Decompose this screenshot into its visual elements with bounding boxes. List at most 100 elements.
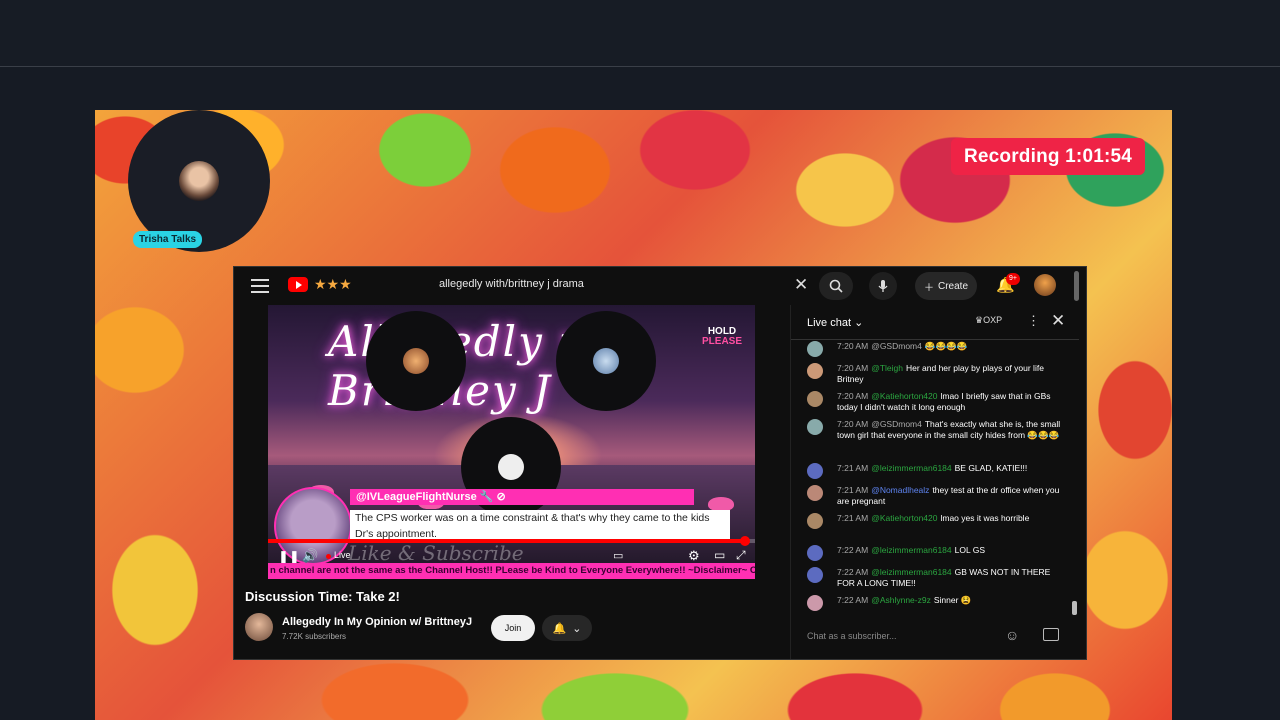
chat-username[interactable]: @leizimmerman6184	[871, 463, 951, 473]
notification-count-badge: 9+	[1006, 273, 1020, 285]
theater-mode-icon[interactable]: ▭	[714, 548, 725, 562]
chat-scrollbar[interactable]	[1072, 601, 1077, 615]
chat-message-body: 7:21 AM @leizimmerman6184 BE GLAD, KATIE!!…	[837, 463, 1067, 474]
chat-timestamp: 7:21 AM	[837, 485, 869, 495]
chat-avatar[interactable]	[807, 567, 823, 583]
chat-timestamp: 7:22 AM	[837, 595, 869, 605]
chat-timestamp: 7:20 AM	[837, 391, 869, 401]
chat-username[interactable]: @leizimmerman6184	[871, 567, 951, 577]
chat-username[interactable]: @leizimmerman6184	[871, 545, 951, 555]
chat-timestamp: 7:20 AM	[837, 419, 869, 429]
plus-icon: ＋	[923, 282, 934, 294]
chat-timestamp: 7:21 AM	[837, 463, 869, 473]
microphone-icon	[878, 280, 888, 292]
settings-gear-icon[interactable]: ⚙	[688, 548, 700, 564]
guest-avatar-disc	[366, 311, 466, 411]
create-button[interactable]: ＋ Create	[915, 272, 977, 300]
chevron-down-icon: ⌄	[854, 317, 864, 329]
chat-text: lmao yes it was horrible	[940, 513, 1030, 523]
chat-input[interactable]: Chat as a subscriber...	[807, 631, 1007, 641]
fullscreen-icon[interactable]: ⤢	[736, 548, 746, 563]
chat-avatar[interactable]	[807, 485, 823, 501]
chat-text: Sinner 😫	[933, 595, 972, 605]
chat-avatar[interactable]	[807, 391, 823, 407]
chat-title-label: Live chat	[807, 317, 852, 329]
guest-avatar	[498, 454, 524, 480]
voice-search-button[interactable]	[869, 272, 897, 300]
chat-timestamp: 7:22 AM	[837, 567, 869, 577]
channel-avatar[interactable]	[245, 613, 273, 641]
progress-bar[interactable]	[268, 536, 755, 546]
hold-please-sign: HOLD PLEASE	[702, 327, 742, 347]
super-chat-icon[interactable]	[1043, 628, 1059, 641]
chat-message-body: 7:20 AM @GSDmom4 That's exactly what she i…	[837, 419, 1067, 441]
chat-timestamp: 7:21 AM	[837, 513, 869, 523]
please-line: PLEASE	[702, 336, 743, 347]
emoji-icon[interactable]: ☺	[1005, 627, 1019, 643]
watermark-text: Like & Subscribe	[348, 541, 524, 565]
close-chat-icon[interactable]: ✕	[1051, 311, 1065, 331]
chat-avatar[interactable]	[807, 341, 823, 357]
chat-message-body: 7:22 AM @leizimmerman6184 GB WAS NOT IN TH…	[837, 567, 1067, 589]
chat-messages: 7:20 AM @GSDmom4 😂😂😂😂 7:20 AM @Tleigh Her and…	[791, 341, 1079, 619]
create-label: Create	[937, 280, 968, 292]
chat-timestamp: 7:20 AM	[837, 363, 869, 373]
live-chat-panel: Live chat ⌄ ♛OXP ⋮ ✕ 7:20 AM @GSDmom4 😂😂😂😂…	[790, 305, 1079, 659]
chat-username[interactable]: @GSDmom4	[871, 419, 922, 429]
chat-avatar[interactable]	[807, 545, 823, 561]
progress-fill	[268, 539, 746, 543]
crown-icon: ♛	[975, 315, 984, 325]
youtube-window: ★★★ allegedly with/brittney j drama ✕ ＋ …	[233, 266, 1087, 660]
chat-message-body: 7:20 AM @Tleigh Her and her play by plays …	[837, 363, 1067, 385]
chat-avatar[interactable]	[807, 513, 823, 529]
subtitles-icon[interactable]: ▭	[613, 549, 623, 562]
guest-avatar	[403, 348, 429, 374]
page-scrollbar[interactable]	[1074, 271, 1079, 301]
chat-mode-dropdown[interactable]: Live chat ⌄	[807, 316, 863, 329]
subscribe-notifications-button[interactable]: 🔔 ⌄	[542, 615, 592, 641]
live-indicator-icon	[326, 554, 331, 559]
join-button[interactable]: Join	[491, 615, 535, 641]
chat-avatar[interactable]	[807, 363, 823, 379]
chat-username[interactable]: @Katiehorton420	[871, 391, 937, 401]
youtube-header: ★★★ allegedly with/brittney j drama ✕ ＋ …	[234, 267, 1086, 305]
chat-avatar[interactable]	[807, 419, 823, 435]
live-label[interactable]: Live	[334, 550, 351, 560]
doodle-icon[interactable]: ★★★	[314, 276, 352, 293]
more-options-icon[interactable]: ⋮	[1027, 313, 1040, 329]
points-badge[interactable]: ♛OXP	[975, 315, 1002, 326]
recording-badge: Recording 1:01:54	[951, 138, 1145, 175]
video-title: Discussion Time: Take 2!	[245, 589, 400, 604]
guest-avatar-disc	[556, 311, 656, 411]
clear-search-icon[interactable]: ✕	[794, 275, 808, 295]
top-bar	[0, 0, 1280, 67]
hamburger-menu-icon[interactable]	[251, 277, 269, 295]
volume-icon[interactable]: 🔊	[302, 548, 318, 564]
search-input[interactable]: allegedly with/brittney j drama	[439, 278, 584, 290]
chat-text: lmao I briefly saw that in GBs today I d…	[837, 391, 1051, 412]
webcam-label: Trisha Talks	[133, 231, 203, 248]
chat-message-body: 7:22 AM @leizimmerman6184 LOL GS	[837, 545, 1067, 556]
guest-avatar	[593, 348, 619, 374]
youtube-logo-icon[interactable]	[288, 277, 308, 292]
account-avatar[interactable]	[1034, 274, 1056, 296]
chat-username[interactable]: @Nomadlhealz	[871, 485, 929, 495]
scrolling-ticker: n channel are not the same as the Channe…	[268, 563, 755, 579]
chat-username[interactable]: @Tleigh	[871, 363, 903, 373]
chat-text: LOL GS	[954, 545, 986, 555]
channel-name[interactable]: Allegedly In My Opinion w/ BrittneyJ	[282, 616, 472, 628]
comment-text: The CPS worker was on a time constraint …	[350, 510, 730, 542]
search-button[interactable]	[819, 272, 853, 300]
chat-username[interactable]: @GSDmom4	[871, 341, 922, 351]
chat-avatar[interactable]	[807, 463, 823, 479]
chevron-down-icon: ⌄	[572, 622, 582, 635]
chat-username[interactable]: @Ashlynne-z9z	[871, 595, 931, 605]
chat-message-body: 7:20 AM @GSDmom4 😂😂😂😂	[837, 341, 1067, 352]
bell-icon: 🔔	[552, 622, 567, 635]
chat-username[interactable]: @Katiehorton420	[871, 513, 937, 523]
video-player[interactable]: Allegedly w/ Brittney J HOLD PLEASE @IVL…	[268, 305, 755, 579]
chat-message-body: 7:21 AM @Nomadlhealz they test at the dr o…	[837, 485, 1067, 507]
chat-text: BE GLAD, KATIE!!!	[954, 463, 1028, 473]
chat-timestamp: 7:20 AM	[837, 341, 869, 351]
chat-avatar[interactable]	[807, 595, 823, 611]
